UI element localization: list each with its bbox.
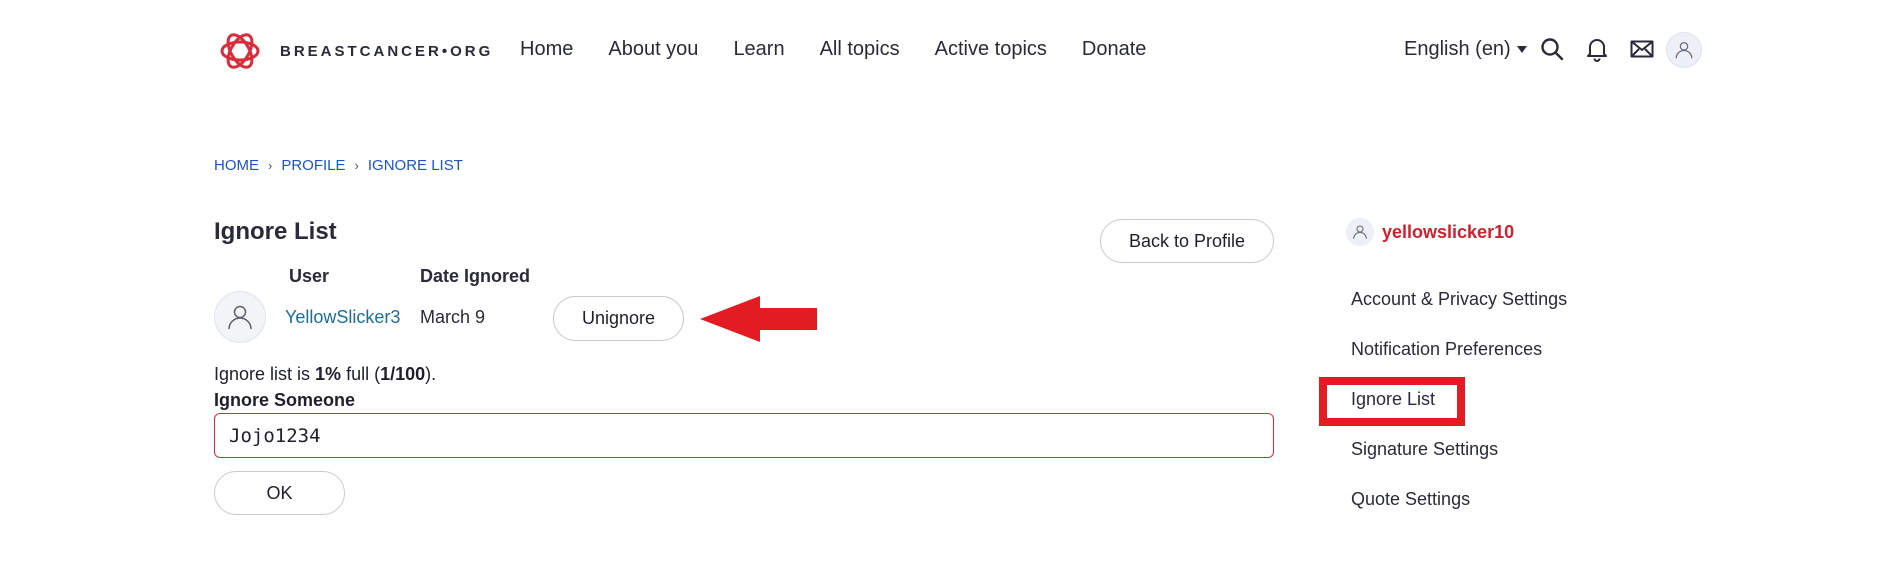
sidebar-link-quote-settings[interactable]: Quote Settings <box>1351 489 1470 510</box>
nav-donate[interactable]: Donate <box>1082 38 1147 61</box>
breadcrumb-current[interactable]: IGNORE LIST <box>368 157 463 174</box>
main-nav: Home About you Learn All topics Active t… <box>520 38 1181 61</box>
sidebar-user: yellowslicker10 <box>1346 218 1514 246</box>
bell-icon[interactable] <box>1583 35 1611 63</box>
breadcrumb-separator: › <box>354 158 359 173</box>
nav-home[interactable]: Home <box>520 38 573 61</box>
red-arrow-annotation <box>700 296 817 342</box>
ignored-date: March 9 <box>420 307 486 327</box>
ignored-user-avatar <box>214 291 266 343</box>
sidebar-link-signature-settings[interactable]: Signature Settings <box>1351 439 1498 460</box>
column-header-date-ignored: Date Ignored <box>420 266 531 286</box>
user-avatar-icon[interactable] <box>1666 32 1702 68</box>
ignored-user-link[interactable]: YellowSlicker3 <box>285 307 400 328</box>
language-label: English (en) <box>1404 38 1511 60</box>
mail-icon[interactable] <box>1628 35 1656 63</box>
logo-icon <box>220 33 260 69</box>
nav-learn[interactable]: Learn <box>733 38 784 61</box>
red-highlight-annotation <box>1319 377 1465 426</box>
user-icon <box>228 305 252 330</box>
sidebar-link-notification-preferences[interactable]: Notification Preferences <box>1351 339 1542 360</box>
sidebar-avatar-icon <box>1346 218 1374 246</box>
column-header-user: User <box>289 266 330 286</box>
page-title: Ignore List <box>214 218 337 245</box>
breadcrumb-profile[interactable]: PROFILE <box>281 157 345 174</box>
back-to-profile-button[interactable]: Back to Profile <box>1100 219 1274 263</box>
ignore-list-usage: Ignore list is 1% full (1/100). <box>214 364 437 384</box>
ok-button[interactable]: OK <box>214 471 345 515</box>
breadcrumb-home[interactable]: HOME <box>214 157 259 174</box>
breadcrumb: HOME › PROFILE › IGNORE LIST <box>214 157 463 174</box>
nav-active-topics[interactable]: Active topics <box>935 38 1047 61</box>
nav-about-you[interactable]: About you <box>608 38 698 61</box>
sidebar-link-account-privacy[interactable]: Account & Privacy Settings <box>1351 289 1567 310</box>
site-logo[interactable]: BREASTCANCER•ORG <box>218 29 493 73</box>
usage-count: 1/100 <box>380 364 426 384</box>
logo-text: BREASTCANCER•ORG <box>280 42 494 60</box>
ignore-someone-input[interactable] <box>214 413 1274 458</box>
breadcrumb-separator: › <box>268 158 273 173</box>
caret-down-icon <box>1516 46 1527 53</box>
nav-all-topics[interactable]: All topics <box>820 38 900 61</box>
sidebar-username[interactable]: yellowslicker10 <box>1382 222 1514 243</box>
ignore-someone-label: Ignore Someone <box>214 390 356 410</box>
usage-percent: 1% <box>315 364 342 384</box>
search-icon[interactable] <box>1538 35 1566 63</box>
language-selector[interactable]: English (en) <box>1404 38 1527 61</box>
unignore-button[interactable]: Unignore <box>553 296 684 341</box>
